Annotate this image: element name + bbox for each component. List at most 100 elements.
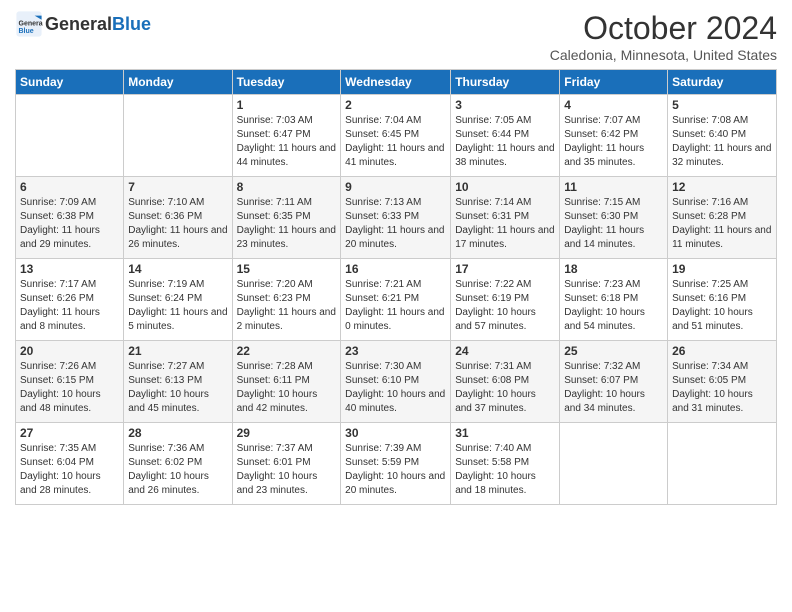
day-info: Sunrise: 7:13 AM Sunset: 6:33 PM Dayligh… xyxy=(345,196,446,252)
day-info: Sunrise: 7:27 AM Sunset: 6:13 PM Dayligh… xyxy=(128,360,227,416)
day-info: Sunrise: 7:09 AM Sunset: 6:38 PM Dayligh… xyxy=(20,196,119,252)
col-wednesday: Wednesday xyxy=(341,70,451,95)
calendar-day-cell: 28 Sunrise: 7:36 AM Sunset: 6:02 PM Dayli… xyxy=(124,423,232,505)
day-number: 10 xyxy=(455,180,555,194)
calendar-day-cell: 19Sunrise: 7:25 AM Sunset: 6:16 PM Dayli… xyxy=(668,259,777,341)
calendar-day-cell: 14 Sunrise: 7:19 AM Sunset: 6:24 PM Dayli… xyxy=(124,259,232,341)
day-number: 14 xyxy=(128,262,227,276)
day-info: Sunrise: 7:11 AM Sunset: 6:35 PM Dayligh… xyxy=(237,196,337,252)
day-number: 15 xyxy=(237,262,337,276)
day-info: Sunrise: 7:16 AM Sunset: 6:28 PM Dayligh… xyxy=(672,196,772,252)
day-info: Sunrise: 7:21 AM Sunset: 6:21 PM Dayligh… xyxy=(345,278,446,334)
calendar-day-cell: 31Sunrise: 7:40 AM Sunset: 5:58 PM Dayli… xyxy=(451,423,560,505)
calendar-day-cell: 25 Sunrise: 7:32 AM Sunset: 6:07 PM Dayli… xyxy=(560,341,668,423)
col-monday: Monday xyxy=(124,70,232,95)
calendar-day-cell: 4Sunrise: 7:07 AM Sunset: 6:42 PM Daylig… xyxy=(560,95,668,177)
day-info: Sunrise: 7:14 AM Sunset: 6:31 PM Dayligh… xyxy=(455,196,555,252)
calendar-day-cell: 20 Sunrise: 7:26 AM Sunset: 6:15 PM Dayli… xyxy=(16,341,124,423)
day-number: 5 xyxy=(672,98,772,112)
calendar-day-cell: 8Sunrise: 7:11 AM Sunset: 6:35 PM Daylig… xyxy=(232,177,341,259)
calendar-day-cell: 23Sunrise: 7:30 AM Sunset: 6:10 PM Dayli… xyxy=(341,341,451,423)
col-saturday: Saturday xyxy=(668,70,777,95)
day-number: 29 xyxy=(237,426,337,440)
calendar-day-cell: 10 Sunrise: 7:14 AM Sunset: 6:31 PM Dayli… xyxy=(451,177,560,259)
day-number: 21 xyxy=(128,344,227,358)
calendar-day-cell: 18 Sunrise: 7:23 AM Sunset: 6:18 PM Dayli… xyxy=(560,259,668,341)
day-number: 16 xyxy=(345,262,446,276)
day-number: 20 xyxy=(20,344,119,358)
day-info: Sunrise: 7:07 AM Sunset: 6:42 PM Dayligh… xyxy=(564,114,663,170)
day-info: Sunrise: 7:30 AM Sunset: 6:10 PM Dayligh… xyxy=(345,360,446,416)
calendar-day-cell: 30Sunrise: 7:39 AM Sunset: 5:59 PM Dayli… xyxy=(341,423,451,505)
day-info: Sunrise: 7:39 AM Sunset: 5:59 PM Dayligh… xyxy=(345,442,446,498)
calendar-day-cell: 6 Sunrise: 7:09 AM Sunset: 6:38 PM Daylig… xyxy=(16,177,124,259)
calendar-day-cell: 29 Sunrise: 7:37 AM Sunset: 6:01 PM Dayli… xyxy=(232,423,341,505)
month-title: October 2024 xyxy=(550,10,777,47)
svg-text:Blue: Blue xyxy=(19,28,34,35)
day-info: Sunrise: 7:10 AM Sunset: 6:36 PM Dayligh… xyxy=(128,196,227,252)
day-info: Sunrise: 7:26 AM Sunset: 6:15 PM Dayligh… xyxy=(20,360,119,416)
calendar-week-row: 27Sunrise: 7:35 AM Sunset: 6:04 PM Dayli… xyxy=(16,423,777,505)
calendar-day-cell: 3Sunrise: 7:05 AM Sunset: 6:44 PM Daylig… xyxy=(451,95,560,177)
day-number: 28 xyxy=(128,426,227,440)
day-info: Sunrise: 7:32 AM Sunset: 6:07 PM Dayligh… xyxy=(564,360,663,416)
day-number: 19 xyxy=(672,262,772,276)
day-number: 6 xyxy=(20,180,119,194)
col-tuesday: Tuesday xyxy=(232,70,341,95)
day-number: 25 xyxy=(564,344,663,358)
day-number: 24 xyxy=(455,344,555,358)
calendar-day-cell: 26 Sunrise: 7:34 AM Sunset: 6:05 PM Dayli… xyxy=(668,341,777,423)
day-number: 9 xyxy=(345,180,446,194)
day-number: 18 xyxy=(564,262,663,276)
day-info: Sunrise: 7:19 AM Sunset: 6:24 PM Dayligh… xyxy=(128,278,227,334)
col-sunday: Sunday xyxy=(16,70,124,95)
page-container: General Blue GeneralBlue October 2024 Ca… xyxy=(0,0,792,510)
calendar-day-cell xyxy=(16,95,124,177)
calendar-day-cell: 24Sunrise: 7:31 AM Sunset: 6:08 PM Dayli… xyxy=(451,341,560,423)
calendar-week-row: 13Sunrise: 7:17 AM Sunset: 6:26 PM Dayli… xyxy=(16,259,777,341)
calendar-week-row: 6 Sunrise: 7:09 AM Sunset: 6:38 PM Daylig… xyxy=(16,177,777,259)
day-number: 31 xyxy=(455,426,555,440)
day-number: 17 xyxy=(455,262,555,276)
day-number: 7 xyxy=(128,180,227,194)
day-info: Sunrise: 7:34 AM Sunset: 6:05 PM Dayligh… xyxy=(672,360,772,416)
logo-general-text: General xyxy=(45,14,112,34)
day-info: Sunrise: 7:28 AM Sunset: 6:11 PM Dayligh… xyxy=(237,360,337,416)
day-number: 22 xyxy=(237,344,337,358)
calendar-day-cell: 17 Sunrise: 7:22 AM Sunset: 6:19 PM Dayli… xyxy=(451,259,560,341)
day-number: 12 xyxy=(672,180,772,194)
calendar-day-cell: 11 Sunrise: 7:15 AM Sunset: 6:30 PM Dayli… xyxy=(560,177,668,259)
day-info: Sunrise: 7:05 AM Sunset: 6:44 PM Dayligh… xyxy=(455,114,555,170)
calendar-day-cell: 13Sunrise: 7:17 AM Sunset: 6:26 PM Dayli… xyxy=(16,259,124,341)
col-friday: Friday xyxy=(560,70,668,95)
svg-text:General: General xyxy=(19,20,44,27)
day-number: 1 xyxy=(237,98,337,112)
day-info: Sunrise: 7:03 AM Sunset: 6:47 PM Dayligh… xyxy=(237,114,337,170)
calendar-day-cell: 12 Sunrise: 7:16 AM Sunset: 6:28 PM Dayli… xyxy=(668,177,777,259)
calendar-day-cell: 1 Sunrise: 7:03 AM Sunset: 6:47 PM Daylig… xyxy=(232,95,341,177)
day-number: 11 xyxy=(564,180,663,194)
day-info: Sunrise: 7:35 AM Sunset: 6:04 PM Dayligh… xyxy=(20,442,119,498)
day-info: Sunrise: 7:37 AM Sunset: 6:01 PM Dayligh… xyxy=(237,442,337,498)
logo-blue-text: Blue xyxy=(112,14,151,34)
header: General Blue GeneralBlue October 2024 Ca… xyxy=(15,10,777,63)
calendar-day-cell: 22 Sunrise: 7:28 AM Sunset: 6:11 PM Dayli… xyxy=(232,341,341,423)
day-number: 26 xyxy=(672,344,772,358)
day-info: Sunrise: 7:15 AM Sunset: 6:30 PM Dayligh… xyxy=(564,196,663,252)
logo-icon: General Blue xyxy=(15,10,43,38)
location: Caledonia, Minnesota, United States xyxy=(550,47,777,63)
logo: General Blue GeneralBlue xyxy=(15,10,151,38)
calendar-day-cell: 5Sunrise: 7:08 AM Sunset: 6:40 PM Daylig… xyxy=(668,95,777,177)
calendar-table: Sunday Monday Tuesday Wednesday Thursday… xyxy=(15,69,777,505)
day-number: 13 xyxy=(20,262,119,276)
day-info: Sunrise: 7:36 AM Sunset: 6:02 PM Dayligh… xyxy=(128,442,227,498)
calendar-day-cell: 15Sunrise: 7:20 AM Sunset: 6:23 PM Dayli… xyxy=(232,259,341,341)
calendar-header-row: Sunday Monday Tuesday Wednesday Thursday… xyxy=(16,70,777,95)
calendar-week-row: 1 Sunrise: 7:03 AM Sunset: 6:47 PM Daylig… xyxy=(16,95,777,177)
calendar-week-row: 20 Sunrise: 7:26 AM Sunset: 6:15 PM Dayli… xyxy=(16,341,777,423)
day-info: Sunrise: 7:23 AM Sunset: 6:18 PM Dayligh… xyxy=(564,278,663,334)
day-info: Sunrise: 7:22 AM Sunset: 6:19 PM Dayligh… xyxy=(455,278,555,334)
calendar-day-cell: 16 Sunrise: 7:21 AM Sunset: 6:21 PM Dayli… xyxy=(341,259,451,341)
calendar-day-cell xyxy=(668,423,777,505)
title-block: October 2024 Caledonia, Minnesota, Unite… xyxy=(550,10,777,63)
